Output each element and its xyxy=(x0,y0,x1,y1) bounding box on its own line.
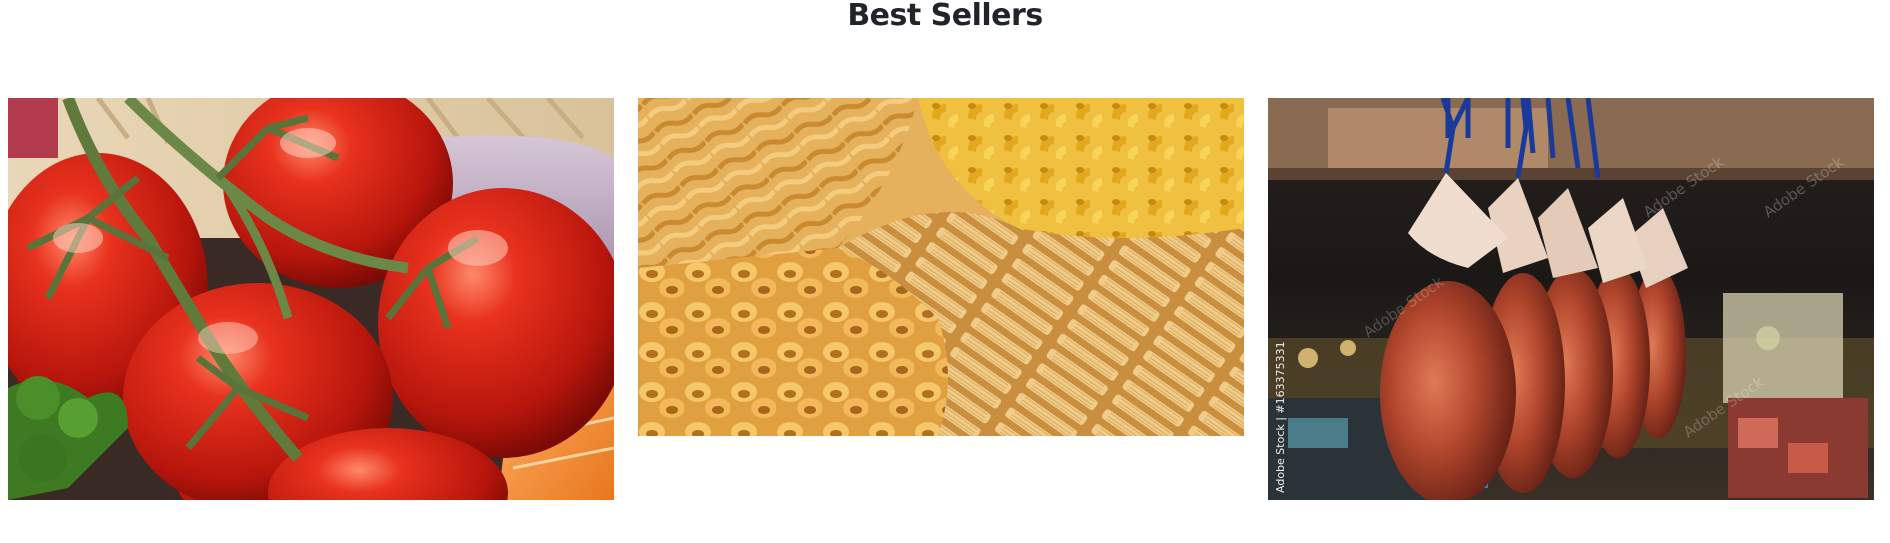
best-sellers-section: Best Sellers Adobe Stock | #163375331 Ad… xyxy=(0,0,1890,543)
stock-credit-text: Adobe Stock | #163375331 xyxy=(1274,341,1287,493)
pasta-image[interactable] xyxy=(638,98,1244,436)
section-title: Best Sellers xyxy=(847,0,1043,33)
product-card-pasta[interactable] xyxy=(638,98,1244,436)
product-card-jamon[interactable]: Adobe Stock | #163375331 Adobe Stock Ado… xyxy=(1268,98,1874,500)
jamon-image[interactable]: Adobe Stock | #163375331 Adobe Stock Ado… xyxy=(1268,98,1874,500)
product-card-tomatoes[interactable] xyxy=(8,98,614,500)
tomatoes-image[interactable] xyxy=(8,98,614,500)
